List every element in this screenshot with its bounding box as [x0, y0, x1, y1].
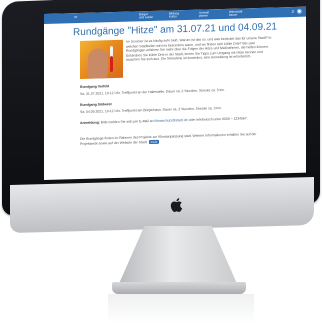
section2-heading: Rundgang Südwest — [80, 102, 112, 107]
nav-item-wirtschaft[interactable]: Wirtschaft bauen — [229, 8, 259, 19]
closing-text: Die Rundgänge finden im Rahmen des Proje… — [80, 132, 257, 146]
person-photo — [88, 48, 108, 79]
main-nav: Bürger und Leben Bildung Kultur Umwelt p… — [139, 8, 259, 21]
registration-text: Bitte melden Sie sich per E-Mail an — [100, 118, 154, 125]
nav-icons: ⌕ ◉ — [291, 9, 302, 15]
section-suedwest: Rundgang Südwest Sa, 04.09.2021, 10-12 U… — [80, 98, 272, 117]
apple-logo-icon — [170, 198, 183, 213]
monitor-chin — [10, 177, 314, 233]
nav-item-buerger[interactable]: Bürger und Leben — [139, 11, 169, 22]
monitor-stand — [118, 226, 238, 286]
nav-item-bildung[interactable]: Bildung Kultur — [169, 10, 199, 21]
stand-reflection — [108, 294, 254, 324]
hero-image — [80, 39, 123, 79]
intro-text: Im Sommer ist es häufig sehr heiß. Warum… — [126, 35, 272, 63]
intro-block: Im Sommer ist es häufig sehr heiß. Warum… — [126, 36, 272, 65]
registration-block: Anmeldung: Bitte melden Sie sich per E-M… — [80, 116, 272, 128]
browser-screen: ≈ Bürger und Leben Bildung Kultur Umwelt… — [44, 6, 306, 181]
monitor-stand-base — [112, 282, 246, 294]
nav-item-umwelt[interactable]: Umwelt planen — [199, 9, 229, 20]
more-button[interactable]: mehr — [148, 139, 160, 144]
registration-label: Anmeldung: — [80, 120, 100, 125]
closing-block: Die Rundgänge finden im Rahmen des Proje… — [80, 132, 272, 149]
section1-heading: Rundgang Vorfeld — [80, 84, 110, 89]
registration-text2: oder telefonisch unter 0000 – 1234567. — [188, 116, 248, 122]
section-vorfeld: Rundgang Vorfeld Sa, 31.07.2021, 10-12 U… — [80, 80, 272, 99]
menu-icon[interactable]: ◉ — [297, 9, 302, 15]
thermometer-icon — [110, 46, 113, 73]
site-logo[interactable]: ≈ — [74, 15, 77, 21]
search-icon[interactable]: ⌕ — [291, 9, 294, 15]
registration-link[interactable]: klimaschutz@stadt.de — [154, 118, 187, 123]
